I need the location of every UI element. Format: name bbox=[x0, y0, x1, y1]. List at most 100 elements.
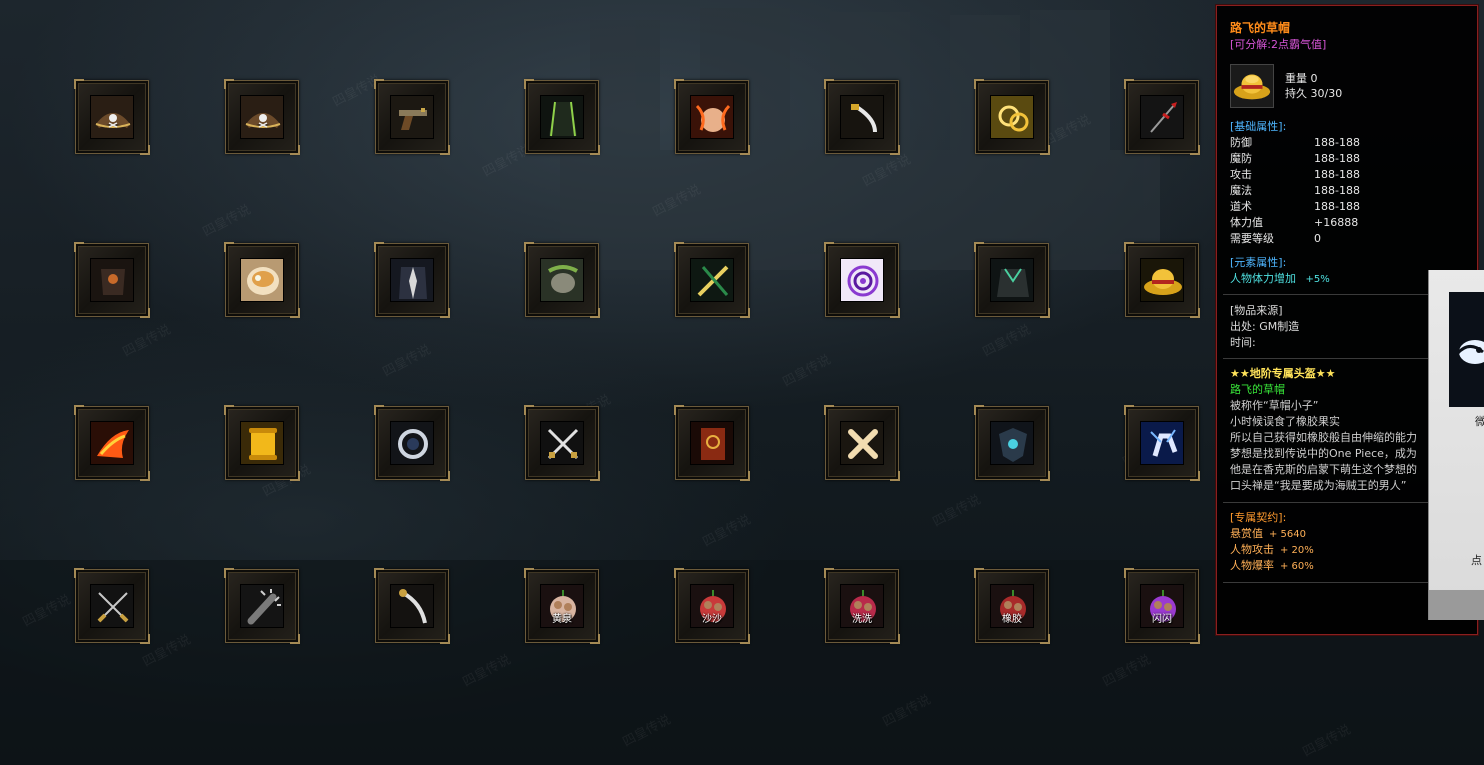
crossed-bones-icon bbox=[840, 421, 884, 465]
item-slot[interactable] bbox=[224, 568, 300, 644]
dark-armor-icon bbox=[90, 258, 134, 302]
stat-row: 体力值 +16888 bbox=[1230, 216, 1359, 229]
devil-fruit-icon: 黄泉 bbox=[540, 584, 584, 628]
desc-line: 他是在香克斯的启蒙下萌生这个梦想的 bbox=[1230, 463, 1417, 476]
devil-fruit-icon: 闪闪 bbox=[1140, 584, 1184, 628]
item-slot[interactable] bbox=[1124, 242, 1200, 318]
item-name: 路飞的草帽 bbox=[1230, 383, 1285, 396]
item-slot[interactable] bbox=[824, 242, 900, 318]
item-slot[interactable] bbox=[674, 242, 750, 318]
side-panel-footer[interactable] bbox=[1429, 590, 1484, 620]
dark-cape-icon bbox=[990, 258, 1034, 302]
item-slot[interactable] bbox=[374, 568, 450, 644]
weight-text: 重量 0 bbox=[1285, 72, 1318, 85]
contract-row: 悬赏值 + 5640 bbox=[1230, 527, 1307, 540]
stat-row: 攻击 188-188 bbox=[1230, 168, 1360, 181]
twin-blades-icon bbox=[690, 258, 734, 302]
item-slot[interactable] bbox=[1124, 79, 1200, 155]
item-slot[interactable] bbox=[824, 405, 900, 481]
black-suit-icon bbox=[390, 258, 434, 302]
base-attr-header: [基础属性]: bbox=[1230, 120, 1287, 133]
item-slot[interactable] bbox=[524, 405, 600, 481]
noodle-bowl-icon bbox=[240, 258, 284, 302]
stat-row: 魔防 188-188 bbox=[1230, 152, 1360, 165]
item-slot[interactable] bbox=[224, 242, 300, 318]
source-from: 出处: GM制造 bbox=[1230, 320, 1300, 333]
desc-line: 被称作“草帽小子” bbox=[1230, 399, 1319, 412]
stat-row: 道术 188-188 bbox=[1230, 200, 1360, 213]
durability-text: 持久 30/30 bbox=[1285, 87, 1343, 100]
item-slot[interactable] bbox=[524, 242, 600, 318]
spiked-club-icon bbox=[240, 584, 284, 628]
crossed-swords-icon bbox=[540, 421, 584, 465]
contract-row: 人物攻击 + 20% bbox=[1230, 543, 1314, 556]
source-time: 时间: bbox=[1230, 336, 1256, 349]
item-slot[interactable] bbox=[974, 405, 1050, 481]
dark-shield-icon bbox=[990, 421, 1034, 465]
green-fist-icon bbox=[540, 258, 584, 302]
curved-saber-icon bbox=[390, 584, 434, 628]
lens-scope-icon bbox=[390, 421, 434, 465]
item-slot[interactable] bbox=[74, 405, 150, 481]
stat-row: 需要等级 0 bbox=[1230, 232, 1321, 245]
pirate-hat-icon bbox=[240, 95, 284, 139]
item-slot[interactable] bbox=[524, 79, 600, 155]
red-spear-icon bbox=[1140, 95, 1184, 139]
side-text: 点 bbox=[1471, 554, 1482, 567]
flame-kick-icon bbox=[90, 421, 134, 465]
fruit-label: 洗洗 bbox=[852, 614, 872, 625]
item-slot[interactable] bbox=[974, 79, 1050, 155]
character-thumbnail bbox=[1449, 292, 1484, 407]
devil-fruit-icon: 橡胶 bbox=[990, 584, 1034, 628]
item-slot[interactable] bbox=[74, 79, 150, 155]
fire-fist-icon bbox=[690, 95, 734, 139]
item-slot[interactable]: 黄泉 bbox=[524, 568, 600, 644]
source-header: [物品来源] bbox=[1230, 304, 1283, 317]
stat-row: 魔法 188-188 bbox=[1230, 184, 1360, 197]
item-slot[interactable] bbox=[374, 242, 450, 318]
element-stat: 人物体力增加 +5% bbox=[1230, 272, 1330, 285]
item-slot[interactable] bbox=[1124, 405, 1200, 481]
decompose-value: [可分解:2点霸气值] bbox=[1230, 38, 1327, 51]
item-slot[interactable]: 闪闪 bbox=[1124, 568, 1200, 644]
desc-line: 梦想是找到传说中的One Piece，成为 bbox=[1230, 447, 1417, 460]
desc-line: 口头禅是“我是要成为海贼王的男人” bbox=[1230, 479, 1407, 492]
golden-saber-icon bbox=[840, 95, 884, 139]
flintlock-pistol-icon bbox=[390, 95, 434, 139]
item-slot[interactable] bbox=[224, 405, 300, 481]
side-panel[interactable]: 微 点 bbox=[1428, 270, 1484, 620]
fruit-label: 黄泉 bbox=[552, 614, 572, 625]
devil-fruit-icon: 洗洗 bbox=[840, 584, 884, 628]
element-attr-header: [元素属性]: bbox=[1230, 256, 1287, 269]
contract-header: [专属契约]: bbox=[1230, 511, 1287, 524]
straw-hat-icon bbox=[1230, 64, 1274, 108]
exclusive-label: ★★地阶专属头盔★★ bbox=[1230, 367, 1336, 380]
item-slot[interactable] bbox=[374, 405, 450, 481]
item-slot[interactable] bbox=[374, 79, 450, 155]
item-slot[interactable] bbox=[674, 405, 750, 481]
item-slot[interactable]: 沙沙 bbox=[674, 568, 750, 644]
item-slot[interactable] bbox=[674, 79, 750, 155]
item-slot[interactable] bbox=[74, 568, 150, 644]
purple-spiral-icon bbox=[840, 258, 884, 302]
stat-row: 防御 188-188 bbox=[1230, 136, 1360, 149]
item-slot[interactable]: 橡胶 bbox=[974, 568, 1050, 644]
contract-row: 人物爆率 + 60% bbox=[1230, 559, 1314, 572]
fruit-label: 闪闪 bbox=[1152, 614, 1172, 625]
desc-line: 小时候误食了橡胶果实 bbox=[1230, 415, 1340, 428]
straw-hat-icon bbox=[1140, 258, 1184, 302]
crossed-katanas-icon bbox=[90, 584, 134, 628]
item-slot[interactable] bbox=[974, 242, 1050, 318]
fruit-label: 沙沙 bbox=[702, 614, 722, 625]
item-slot[interactable] bbox=[74, 242, 150, 318]
item-slot[interactable]: 洗洗 bbox=[824, 568, 900, 644]
item-slot[interactable] bbox=[224, 79, 300, 155]
golden-scroll-icon bbox=[240, 421, 284, 465]
golden-swirl-icon bbox=[990, 95, 1034, 139]
desc-line: 所以自己获得如橡胶般自由伸缩的能力 bbox=[1230, 431, 1417, 444]
red-book-icon bbox=[690, 421, 734, 465]
lightning-hand-icon bbox=[1140, 421, 1184, 465]
side-text: 微 bbox=[1475, 415, 1484, 428]
item-slot[interactable] bbox=[824, 79, 900, 155]
green-cloak-icon bbox=[540, 95, 584, 139]
